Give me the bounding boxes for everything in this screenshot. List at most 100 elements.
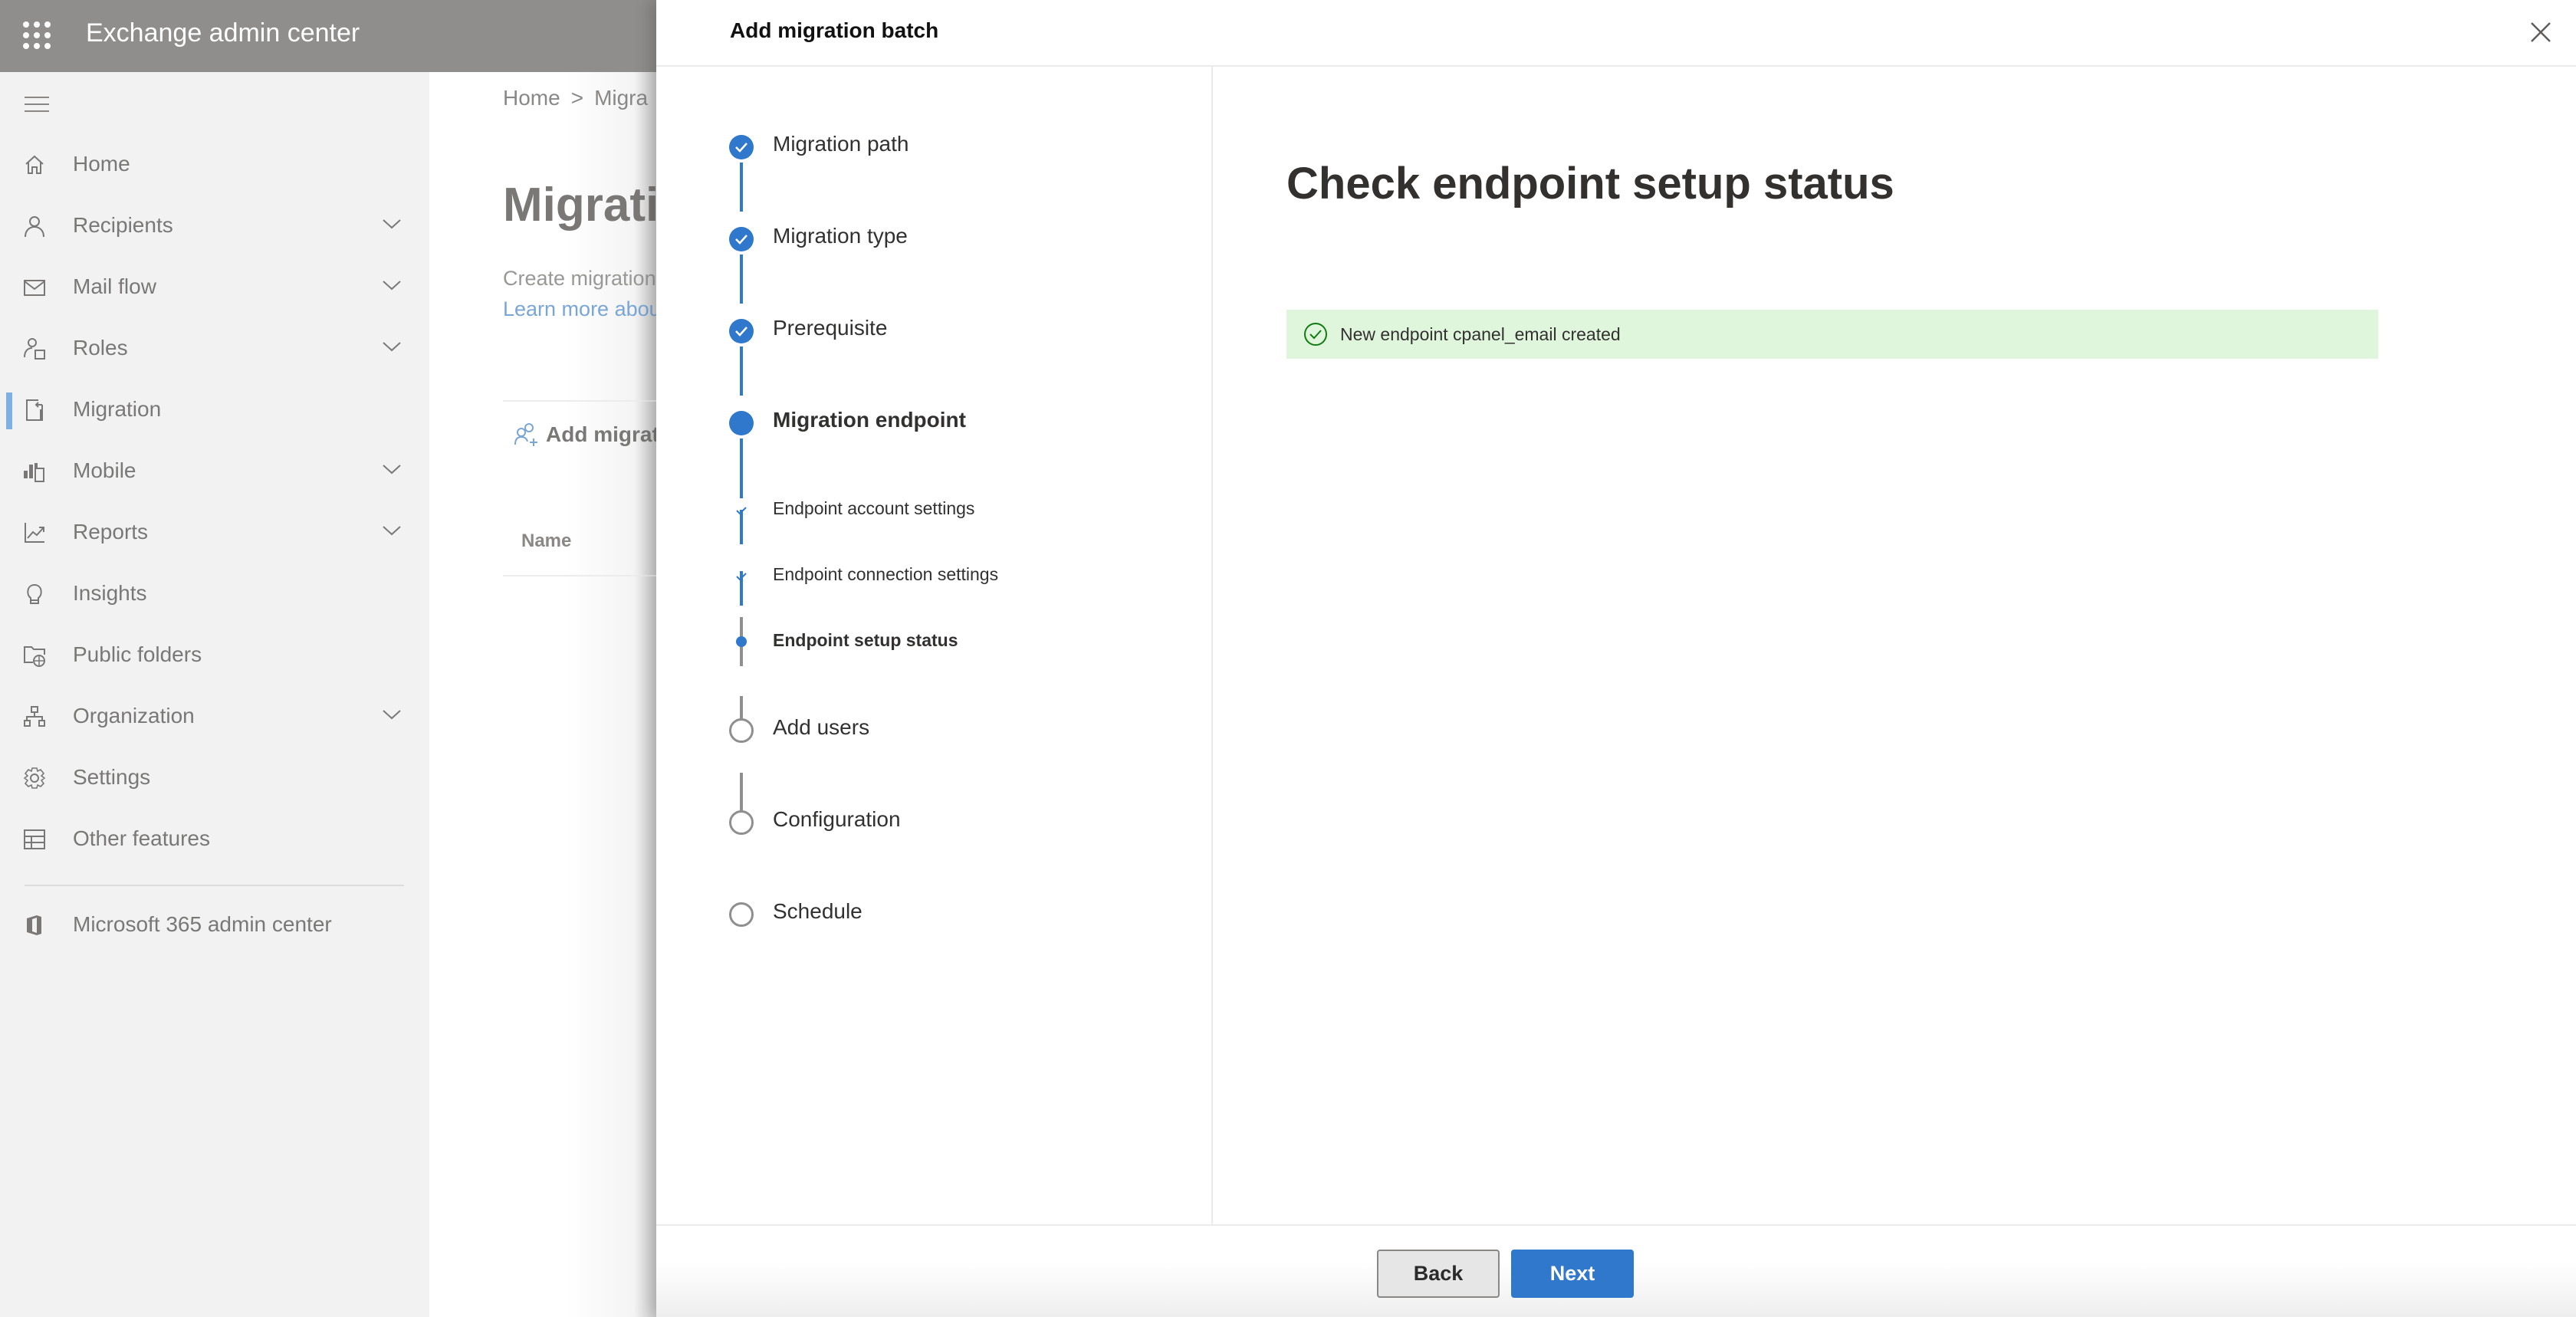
sidebar-item-label: Public folders xyxy=(73,642,202,666)
next-button[interactable]: Next xyxy=(1511,1250,1634,1298)
success-message: New endpoint cpanel_email created xyxy=(1340,324,1621,344)
step-label: Add users xyxy=(773,715,870,739)
step-label: Configuration xyxy=(773,807,901,831)
sidebar-item-label: Other features xyxy=(73,826,210,850)
panel-header-divider xyxy=(656,65,2576,67)
back-button[interactable]: Back xyxy=(1377,1250,1500,1298)
step-done-icon xyxy=(729,227,754,251)
step-label: Schedule xyxy=(773,899,863,923)
table-icon xyxy=(24,829,45,849)
mobile-chart-icon xyxy=(24,463,44,482)
sidebar-item-label: Microsoft 365 admin center xyxy=(73,912,332,936)
gear-icon xyxy=(23,767,46,789)
sidebar-item-label: Mobile xyxy=(73,458,136,482)
sidebar-divider xyxy=(25,885,404,886)
sidebar-item-label: Recipients xyxy=(73,213,173,237)
sidebar-item-label: Home xyxy=(73,152,130,176)
sidebar-item-label: Mail flow xyxy=(73,274,156,298)
learn-more-link[interactable]: Learn more abou xyxy=(503,297,656,321)
add-migration-batch-panel: Add migration batch Migration path Migra… xyxy=(656,0,2576,1317)
sidebar-item-migration[interactable]: Migration xyxy=(0,385,429,434)
step-pending-icon xyxy=(729,902,754,927)
substep-check-icon xyxy=(736,507,747,515)
sidebar-item-other-features[interactable]: Other features xyxy=(0,814,429,863)
sidebar-item-recipients[interactable]: Recipients xyxy=(0,201,429,250)
success-check-circle-icon xyxy=(1304,323,1327,346)
panel-footer-divider xyxy=(656,1224,2576,1226)
breadcrumb-current: Migra xyxy=(594,86,649,110)
waffle-grid-icon[interactable] xyxy=(23,21,51,49)
step-done-icon xyxy=(729,319,754,343)
chevron-down-icon[interactable] xyxy=(382,278,402,293)
app-header: Exchange admin center xyxy=(0,0,656,72)
chevron-down-icon[interactable] xyxy=(382,523,402,538)
page-description: Create migration xyxy=(503,267,656,290)
step-connector xyxy=(740,438,743,498)
step-connector xyxy=(740,255,743,304)
add-migration-batch-label: Add migrat xyxy=(546,422,656,446)
folder-globe-icon xyxy=(24,646,45,667)
sidebar-item-settings[interactable]: Settings xyxy=(0,753,429,802)
line-chart-icon xyxy=(25,523,44,543)
sidebar-item-label: Organization xyxy=(73,704,195,727)
sidebar-item-mobile[interactable]: Mobile xyxy=(0,446,429,495)
migration-icon xyxy=(26,399,43,421)
substep-check-icon xyxy=(736,573,747,581)
close-icon[interactable] xyxy=(2527,18,2555,46)
sidebar-item-public-folders[interactable]: Public folders xyxy=(0,630,429,679)
chevron-down-icon[interactable] xyxy=(382,707,402,722)
app-title: Exchange admin center xyxy=(86,18,360,48)
sidebar-item-reports[interactable]: Reports xyxy=(0,507,429,557)
breadcrumb-home[interactable]: Home xyxy=(503,86,560,110)
step-label: Endpoint connection settings xyxy=(773,564,999,584)
migration-page: Home > Migra Migratio Create migration Lea… xyxy=(429,72,656,1317)
divider xyxy=(503,575,656,576)
sidebar-item-label: Insights xyxy=(73,581,147,605)
step-done-icon xyxy=(729,135,754,159)
page-title: Migratio xyxy=(503,179,656,232)
sidebar-item-label: Settings xyxy=(73,765,151,789)
sidebar: Home Recipients Mail flow Roles Migratio… xyxy=(0,72,429,1317)
org-chart-icon xyxy=(24,706,45,727)
panel-vertical-divider xyxy=(1211,67,1213,1226)
home-icon xyxy=(25,155,44,174)
step-pending-icon xyxy=(729,810,754,835)
step-label: Migration path xyxy=(773,132,909,156)
step-connector xyxy=(740,163,743,212)
add-migration-batch-button[interactable]: Add migrat xyxy=(514,422,656,448)
step-label: Migration type xyxy=(773,224,908,248)
success-banner: New endpoint cpanel_email created xyxy=(1286,310,2378,359)
sidebar-item-roles[interactable]: Roles xyxy=(0,324,429,373)
person-icon xyxy=(25,216,44,238)
sidebar-item-mail-flow[interactable]: Mail flow xyxy=(0,262,429,311)
lightbulb-icon xyxy=(27,583,42,604)
chevron-down-icon[interactable] xyxy=(382,216,402,232)
content-heading: Check endpoint setup status xyxy=(1286,159,1894,209)
step-pending-icon xyxy=(729,718,754,743)
sidebar-item-insights[interactable]: Insights xyxy=(0,569,429,618)
step-label: Migration endpoint xyxy=(773,408,966,432)
chevron-down-icon[interactable] xyxy=(382,339,402,354)
hamburger-icon[interactable] xyxy=(25,97,49,112)
breadcrumb: Home > Migra xyxy=(503,86,648,110)
mail-icon xyxy=(24,280,45,296)
add-people-icon xyxy=(514,423,537,446)
sidebar-item-label: Roles xyxy=(73,336,128,360)
divider xyxy=(503,400,656,402)
sidebar-item-m365-admin[interactable]: Microsoft 365 admin center xyxy=(0,900,429,949)
person-badge-icon xyxy=(24,338,45,360)
office-icon xyxy=(27,915,41,935)
substep-current-icon xyxy=(736,636,747,647)
sidebar-item-organization[interactable]: Organization xyxy=(0,691,429,741)
chevron-down-icon[interactable] xyxy=(382,461,402,477)
panel-title: Add migration batch xyxy=(730,18,939,42)
sidebar-item-label: Reports xyxy=(73,520,149,544)
active-indicator xyxy=(6,392,12,429)
step-current-icon xyxy=(729,411,754,435)
sidebar-item-home[interactable]: Home xyxy=(0,140,429,189)
column-header-name[interactable]: Name xyxy=(521,530,571,552)
step-label: Prerequisite xyxy=(773,316,888,340)
step-label: Endpoint account settings xyxy=(773,498,975,518)
breadcrumb-separator: > xyxy=(570,86,584,110)
sidebar-item-label: Migration xyxy=(73,397,162,421)
